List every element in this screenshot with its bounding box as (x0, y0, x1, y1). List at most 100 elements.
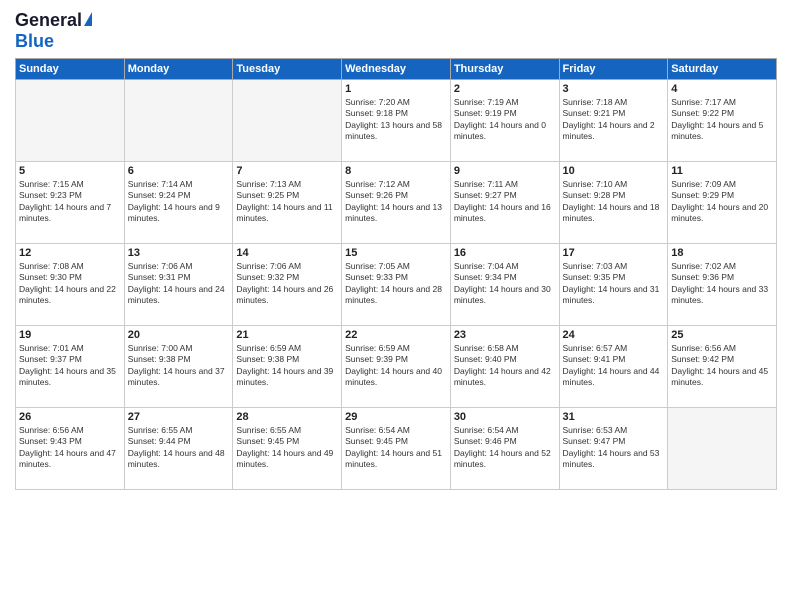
logo-blue: Blue (15, 31, 54, 51)
day-number: 25 (671, 329, 773, 341)
day-cell: 1 Sunrise: 7:20 AMSunset: 9:18 PMDaylight… (342, 80, 451, 162)
day-cell (16, 80, 125, 162)
day-info: Sunrise: 7:08 AMSunset: 9:30 PMDaylight:… (19, 261, 121, 307)
day-number: 21 (236, 329, 338, 341)
day-cell: 16 Sunrise: 7:04 AMSunset: 9:34 PMDayligh… (450, 244, 559, 326)
day-cell: 24 Sunrise: 6:57 AMSunset: 9:41 PMDayligh… (559, 326, 668, 408)
day-info: Sunrise: 7:06 AMSunset: 9:31 PMDaylight:… (128, 261, 230, 307)
day-cell: 25 Sunrise: 6:56 AMSunset: 9:42 PMDayligh… (668, 326, 777, 408)
day-cell: 21 Sunrise: 6:59 AMSunset: 9:38 PMDayligh… (233, 326, 342, 408)
day-cell: 13Sunrise: 7:06 AMSunset: 9:31 PMDayligh… (124, 244, 233, 326)
week-row-3: 12 Sunrise: 7:08 AMSunset: 9:30 PMDayligh… (16, 244, 777, 326)
day-number: 4 (671, 83, 773, 95)
day-number: 15 (345, 247, 447, 259)
day-info: Sunrise: 7:13 AMSunset: 9:25 PMDaylight:… (236, 179, 338, 225)
weekday-header-thursday: Thursday (450, 59, 559, 80)
logo-general: General (15, 10, 82, 31)
day-number: 17 (563, 247, 665, 259)
day-cell: 12 Sunrise: 7:08 AMSunset: 9:30 PMDayligh… (16, 244, 125, 326)
day-info: Sunrise: 6:56 AMSunset: 9:42 PMDaylight:… (671, 343, 773, 389)
day-info: Sunrise: 6:54 AMSunset: 9:46 PMDaylight:… (454, 425, 556, 471)
day-info: Sunrise: 7:11 AMSunset: 9:27 PMDaylight:… (454, 179, 556, 225)
day-number: 7 (236, 165, 338, 177)
day-cell: 26 Sunrise: 6:56 AMSunset: 9:43 PMDayligh… (16, 408, 125, 490)
weekday-header-row: SundayMondayTuesdayWednesdayThursdayFrid… (16, 59, 777, 80)
day-number: 29 (345, 411, 447, 423)
day-info: Sunrise: 7:14 AMSunset: 9:24 PMDaylight:… (128, 179, 230, 225)
day-info: Sunrise: 7:19 AMSunset: 9:19 PMDaylight:… (454, 97, 556, 143)
day-cell: 17 Sunrise: 7:03 AMSunset: 9:35 PMDayligh… (559, 244, 668, 326)
day-info: Sunrise: 6:59 AMSunset: 9:39 PMDaylight:… (345, 343, 447, 389)
page: General Blue SundayMondayTuesdayWednesda… (0, 0, 792, 612)
day-number: 1 (345, 83, 447, 95)
day-cell: 18Sunrise: 7:02 AMSunset: 9:36 PMDayligh… (668, 244, 777, 326)
day-cell (124, 80, 233, 162)
day-cell: 10 Sunrise: 7:10 AMSunset: 9:28 PMDayligh… (559, 162, 668, 244)
logo: General Blue (15, 10, 92, 52)
day-number: 19 (19, 329, 121, 341)
day-cell: 22 Sunrise: 6:59 AMSunset: 9:39 PMDayligh… (342, 326, 451, 408)
weekday-header-monday: Monday (124, 59, 233, 80)
day-number: 16 (454, 247, 556, 259)
day-info: Sunrise: 6:59 AMSunset: 9:38 PMDaylight:… (236, 343, 338, 389)
day-info: Sunrise: 7:06 AMSunset: 9:32 PMDaylight:… (236, 261, 338, 307)
day-cell (233, 80, 342, 162)
day-number: 31 (563, 411, 665, 423)
day-number: 27 (128, 411, 230, 423)
day-info: Sunrise: 7:18 AMSunset: 9:21 PMDaylight:… (563, 97, 665, 143)
week-row-2: 5Sunrise: 7:15 AMSunset: 9:23 PMDaylight… (16, 162, 777, 244)
day-cell: 27Sunrise: 6:55 AMSunset: 9:44 PMDayligh… (124, 408, 233, 490)
day-cell: 31 Sunrise: 6:53 AMSunset: 9:47 PMDayligh… (559, 408, 668, 490)
day-info: Sunrise: 7:03 AMSunset: 9:35 PMDaylight:… (563, 261, 665, 307)
day-number: 10 (563, 165, 665, 177)
day-info: Sunrise: 6:54 AMSunset: 9:45 PMDaylight:… (345, 425, 447, 471)
logo-triangle-icon (84, 12, 92, 26)
day-cell: 11 Sunrise: 7:09 AMSunset: 9:29 PMDayligh… (668, 162, 777, 244)
day-number: 2 (454, 83, 556, 95)
day-info: Sunrise: 7:01 AMSunset: 9:37 PMDaylight:… (19, 343, 121, 389)
day-number: 28 (236, 411, 338, 423)
day-info: Sunrise: 7:10 AMSunset: 9:28 PMDaylight:… (563, 179, 665, 225)
day-info: Sunrise: 7:12 AMSunset: 9:26 PMDaylight:… (345, 179, 447, 225)
day-number: 9 (454, 165, 556, 177)
day-info: Sunrise: 7:02 AMSunset: 9:36 PMDaylight:… (671, 261, 773, 307)
day-info: Sunrise: 6:53 AMSunset: 9:47 PMDaylight:… (563, 425, 665, 471)
day-cell: 20 Sunrise: 7:00 AMSunset: 9:38 PMDayligh… (124, 326, 233, 408)
day-number: 12 (19, 247, 121, 259)
day-number: 11 (671, 165, 773, 177)
day-number: 26 (19, 411, 121, 423)
weekday-header-saturday: Saturday (668, 59, 777, 80)
day-cell (668, 408, 777, 490)
day-number: 14 (236, 247, 338, 259)
weekday-header-wednesday: Wednesday (342, 59, 451, 80)
day-info: Sunrise: 7:09 AMSunset: 9:29 PMDaylight:… (671, 179, 773, 225)
day-cell: 2 Sunrise: 7:19 AMSunset: 9:19 PMDaylight… (450, 80, 559, 162)
day-info: Sunrise: 7:00 AMSunset: 9:38 PMDaylight:… (128, 343, 230, 389)
day-info: Sunrise: 7:05 AMSunset: 9:33 PMDaylight:… (345, 261, 447, 307)
day-info: Sunrise: 7:20 AMSunset: 9:18 PMDaylight:… (345, 97, 447, 143)
day-number: 24 (563, 329, 665, 341)
day-cell: 28Sunrise: 6:55 AMSunset: 9:45 PMDayligh… (233, 408, 342, 490)
day-cell: 7 Sunrise: 7:13 AMSunset: 9:25 PMDaylight… (233, 162, 342, 244)
day-number: 20 (128, 329, 230, 341)
day-number: 23 (454, 329, 556, 341)
day-number: 8 (345, 165, 447, 177)
day-info: Sunrise: 7:04 AMSunset: 9:34 PMDaylight:… (454, 261, 556, 307)
day-cell: 30 Sunrise: 6:54 AMSunset: 9:46 PMDayligh… (450, 408, 559, 490)
day-number: 22 (345, 329, 447, 341)
day-info: Sunrise: 7:17 AMSunset: 9:22 PMDaylight:… (671, 97, 773, 143)
day-number: 5 (19, 165, 121, 177)
day-number: 30 (454, 411, 556, 423)
week-row-1: 1 Sunrise: 7:20 AMSunset: 9:18 PMDaylight… (16, 80, 777, 162)
day-info: Sunrise: 6:57 AMSunset: 9:41 PMDaylight:… (563, 343, 665, 389)
day-cell: 15 Sunrise: 7:05 AMSunset: 9:33 PMDayligh… (342, 244, 451, 326)
day-cell: 5Sunrise: 7:15 AMSunset: 9:23 PMDaylight… (16, 162, 125, 244)
day-number: 3 (563, 83, 665, 95)
day-info: Sunrise: 6:58 AMSunset: 9:40 PMDaylight:… (454, 343, 556, 389)
calendar-table: SundayMondayTuesdayWednesdayThursdayFrid… (15, 58, 777, 490)
day-info: Sunrise: 6:56 AMSunset: 9:43 PMDaylight:… (19, 425, 121, 471)
weekday-header-tuesday: Tuesday (233, 59, 342, 80)
day-cell: 6Sunrise: 7:14 AMSunset: 9:24 PMDaylight… (124, 162, 233, 244)
week-row-5: 26 Sunrise: 6:56 AMSunset: 9:43 PMDayligh… (16, 408, 777, 490)
day-cell: 14 Sunrise: 7:06 AMSunset: 9:32 PMDayligh… (233, 244, 342, 326)
